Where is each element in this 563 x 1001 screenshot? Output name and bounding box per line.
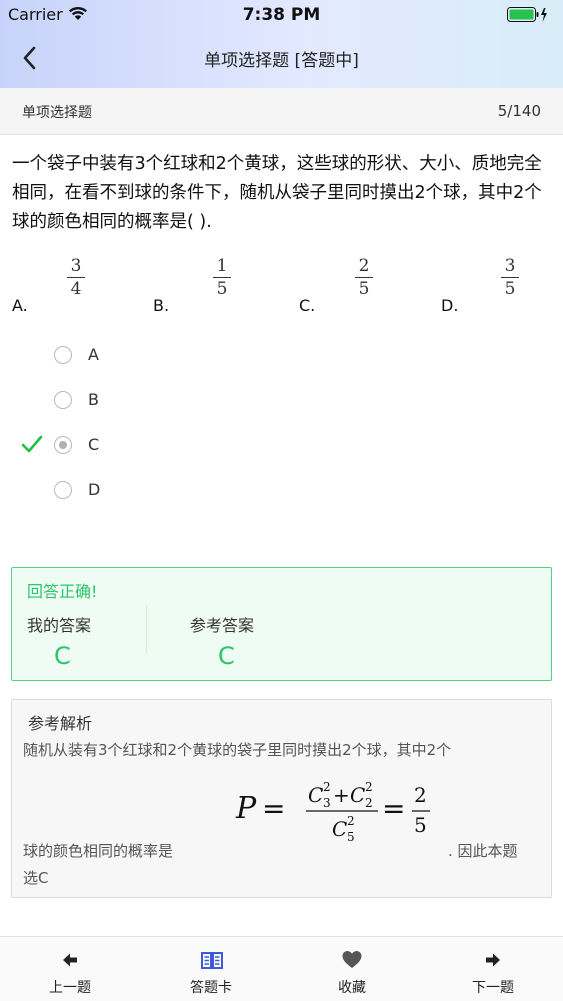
analysis-title: 参考解析 (28, 714, 93, 733)
radio-button[interactable] (54, 391, 72, 409)
fraction-denominator: 5 (216, 279, 228, 299)
result-status: 回答正确! (27, 582, 98, 601)
tab-label: 收藏 (338, 980, 366, 996)
choice-letter: D (88, 480, 101, 499)
prev-question-button[interactable]: 上一题 (0, 937, 140, 1001)
analysis-text-line2-end: . 因此本题 (448, 842, 518, 860)
choice-d[interactable]: D (54, 478, 254, 506)
tab-label: 上一题 (49, 980, 91, 996)
status-bar: Carrier 7:38 PM (0, 0, 563, 30)
arrow-right-icon (486, 953, 500, 967)
radio-button[interactable] (54, 436, 72, 454)
fraction-denominator: 4 (70, 279, 82, 299)
choice-c[interactable]: C (54, 433, 254, 461)
reference-answer-value: C (218, 642, 235, 670)
bottom-tab-bar: 上一题 答题卡 收藏 下一题 (0, 936, 563, 1001)
question-type-label: 单项选择题 (22, 105, 92, 121)
probability-formula: P = C 2 3 + C 2 2 C 2 5 = 2 5 (235, 780, 430, 844)
question-text: 一个袋子中装有3个红球和2个黄球，这些球的形状、大小、质地完全相同，在看不到球的… (12, 154, 542, 232)
formula-equals: = (382, 792, 405, 825)
my-answer-label: 我的答案 (27, 616, 92, 635)
question-info-bar: 单项选择题 5/140 (0, 88, 563, 135)
choice-letter: B (88, 390, 99, 409)
tab-label: 答题卡 (190, 980, 232, 996)
formula-sub: 3 (323, 796, 331, 810)
choice-b[interactable]: B (54, 388, 254, 416)
next-question-button[interactable]: 下一题 (423, 937, 563, 1001)
fraction-denominator: 5 (504, 279, 516, 299)
formula-result-den: 5 (414, 813, 427, 837)
analysis-text-line3: 选C (23, 869, 49, 887)
analysis-text-line2: 球的颜色相同的概率是 (23, 842, 174, 860)
option-label-d: D. (441, 296, 459, 315)
fraction-denominator: 5 (358, 279, 370, 299)
page-title: 单项选择题 [答题中] (204, 51, 359, 71)
tab-label: 下一题 (472, 980, 514, 996)
formula-plus: + (333, 783, 350, 807)
fraction-numerator: 3 (70, 256, 82, 276)
formula-c: C (332, 817, 347, 841)
formula-sub: 2 (365, 796, 373, 810)
fraction-numerator: 3 (504, 256, 516, 276)
option-label-c: C. (299, 296, 316, 315)
formula-c: C (308, 783, 323, 807)
favorite-button[interactable]: 收藏 (282, 937, 422, 1001)
choice-letter: C (88, 435, 100, 454)
heart-icon (342, 951, 362, 968)
result-divider (146, 606, 147, 654)
fraction-numerator: 2 (358, 256, 370, 276)
book-icon (201, 952, 223, 969)
answer-card-button[interactable]: 答题卡 (141, 937, 281, 1001)
arrow-left-icon (63, 953, 77, 967)
formula-sup: 2 (347, 814, 355, 828)
formula-result-num: 2 (414, 783, 427, 807)
option-fraction-c: 25 (352, 256, 376, 299)
battery-icon (507, 7, 547, 22)
analysis-panel: 参考解析 随机从装有3个红球和2个黄球的袋子里同时摸出2个球，其中2个 P = … (11, 699, 552, 898)
radio-button[interactable] (54, 346, 72, 364)
choice-a[interactable]: A (54, 343, 254, 371)
option-label-b: B. (153, 296, 170, 315)
option-label-a: A. (12, 296, 28, 315)
fraction-numerator: 1 (216, 256, 228, 276)
formula-sub: 5 (347, 830, 355, 844)
status-time: 7:38 PM (242, 5, 321, 25)
option-fraction-a: 34 (64, 256, 88, 299)
formula-sup: 2 (365, 780, 373, 794)
formula-sup: 2 (323, 780, 331, 794)
formula-c: C (350, 783, 365, 807)
option-fraction-d: 35 (498, 256, 522, 299)
reference-answer-label: 参考答案 (190, 616, 255, 635)
my-answer-value: C (54, 642, 71, 670)
analysis-text-line1: 随机从装有3个红球和2个黄球的袋子里同时摸出2个球，其中2个 (23, 741, 452, 759)
answer-result-panel: 回答正确! 我的答案 参考答案 C C (11, 567, 552, 681)
choice-letter: A (88, 345, 99, 364)
formula-lhs: P (235, 791, 257, 826)
checkmark-icon (21, 435, 43, 453)
option-fraction-b: 15 (210, 256, 234, 299)
formula-equals: = (262, 792, 285, 825)
question-progress: 5/140 (497, 102, 541, 120)
top-header: Carrier 7:38 PM 单项选择题 [答题中] (0, 0, 563, 88)
radio-button[interactable] (54, 481, 72, 499)
